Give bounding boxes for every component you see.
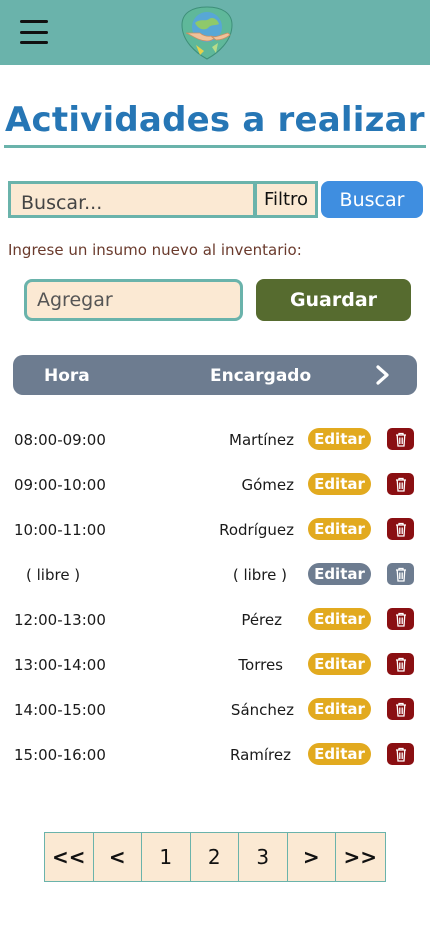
page-3-button[interactable]: 3 [239,833,288,881]
row-hora: 09:00-10:00 [14,476,106,494]
add-item-input[interactable] [24,279,243,321]
page-1-button[interactable]: 1 [142,833,191,881]
search-button[interactable]: Buscar [321,181,423,218]
edit-button[interactable]: Editar [308,698,371,720]
next-page-button[interactable]: > [287,833,336,881]
row-hora: 10:00-11:00 [14,521,106,539]
app-header [0,0,430,65]
row-encargado: Martínez [229,431,294,449]
table-row: 10:00-11:00 Rodríguez Editar [0,506,430,551]
row-hora: 12:00-13:00 [14,611,106,629]
first-page-button[interactable]: << [45,833,94,881]
edit-button[interactable]: Editar [308,653,371,675]
table-row: 12:00-13:00 Pérez Editar [0,596,430,641]
inventory-label: Ingrese un insumo nuevo al inventario: [8,241,302,259]
delete-button[interactable] [387,428,414,450]
previous-page-button[interactable]: < [93,833,142,881]
table-row: 09:00-10:00 Gómez Editar [0,461,430,506]
row-hora: 14:00-15:00 [14,701,106,719]
delete-button[interactable] [387,698,414,720]
row-encargado: Sánchez [230,701,294,719]
table-row: ( libre ) ( libre ) Editar [0,551,430,596]
table-header: Hora Encargado [13,355,417,395]
trash-icon [395,747,406,762]
trash-icon [395,702,406,717]
save-button[interactable]: Guardar [256,279,411,321]
delete-button[interactable] [387,743,414,765]
chevron-right-icon[interactable] [375,364,391,386]
hamburger-menu-icon[interactable] [20,20,48,44]
edit-button[interactable]: Editar [308,518,371,540]
table-row: 14:00-15:00 Sánchez Editar [0,686,430,731]
edit-button[interactable]: Editar [308,743,371,765]
edit-button-disabled: Editar [308,563,371,585]
title-divider [4,145,426,148]
column-header-encargado: Encargado [210,366,312,386]
row-hora: 15:00-16:00 [14,746,106,764]
delete-button[interactable] [387,653,414,675]
pagination: << < 1 2 3 > >> [44,832,386,882]
page-2-button[interactable]: 2 [190,833,239,881]
row-hora: ( libre ) [26,566,81,584]
delete-button[interactable] [387,473,414,495]
row-encargado: Rodríguez [219,521,294,539]
table-row: 13:00-14:00 Torres Editar [0,641,430,686]
row-encargado: Pérez [241,611,282,629]
row-encargado: Torres [238,656,283,674]
delete-button-disabled [387,563,414,585]
row-hora: 13:00-14:00 [14,656,106,674]
trash-icon [395,567,406,582]
trash-icon [395,432,406,447]
edit-button[interactable]: Editar [308,608,371,630]
last-page-button[interactable]: >> [336,833,385,881]
trash-icon [395,612,406,627]
edit-button[interactable]: Editar [308,428,371,450]
page-title: Actividades a realizar [5,100,425,140]
edit-button[interactable]: Editar [308,473,371,495]
delete-button[interactable] [387,608,414,630]
trash-icon [395,657,406,672]
table-row: 15:00-16:00 Ramírez Editar [0,731,430,776]
trash-icon [395,477,406,492]
hands-globe-logo[interactable] [178,3,236,61]
row-encargado: Ramírez [229,746,291,764]
trash-icon [395,522,406,537]
search-input[interactable] [8,181,256,218]
table-row: 08:00-09:00 Martínez Editar [0,416,430,461]
column-header-hora: Hora [44,366,90,386]
row-encargado: Gómez [241,476,294,494]
row-hora: 08:00-09:00 [14,431,106,449]
delete-button[interactable] [387,518,414,540]
filter-button[interactable]: Filtro [254,181,318,218]
row-encargado: ( libre ) [232,566,287,584]
